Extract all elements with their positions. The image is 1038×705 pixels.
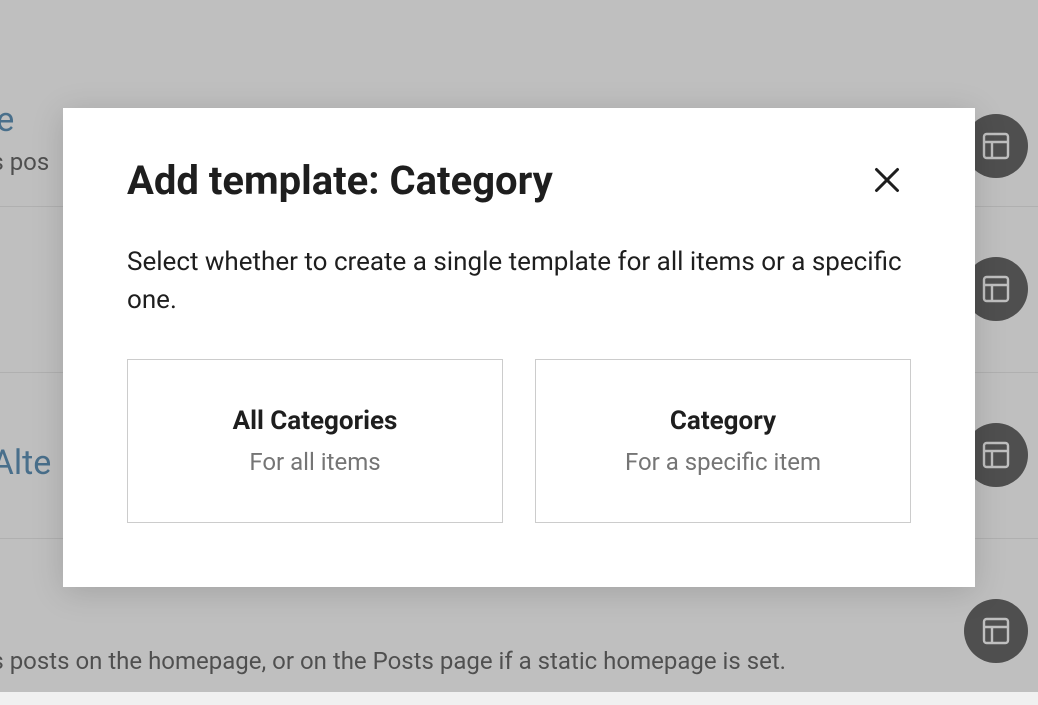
option-all-categories[interactable]: All Categories For all items <box>127 359 503 523</box>
close-button[interactable] <box>863 156 911 204</box>
modal-title: Add template: Category <box>127 157 553 204</box>
option-desc: For all items <box>148 448 482 476</box>
option-title: All Categories <box>148 406 482 436</box>
close-icon <box>869 162 905 198</box>
template-options: All Categories For all items Category Fo… <box>127 359 911 523</box>
option-title: Category <box>556 406 890 436</box>
modal-header: Add template: Category <box>127 156 911 204</box>
add-template-modal: Add template: Category Select whether to… <box>63 108 975 587</box>
modal-description: Select whether to create a single templa… <box>127 244 911 319</box>
option-desc: For a specific item <box>556 448 890 476</box>
option-category[interactable]: Category For a specific item <box>535 359 911 523</box>
